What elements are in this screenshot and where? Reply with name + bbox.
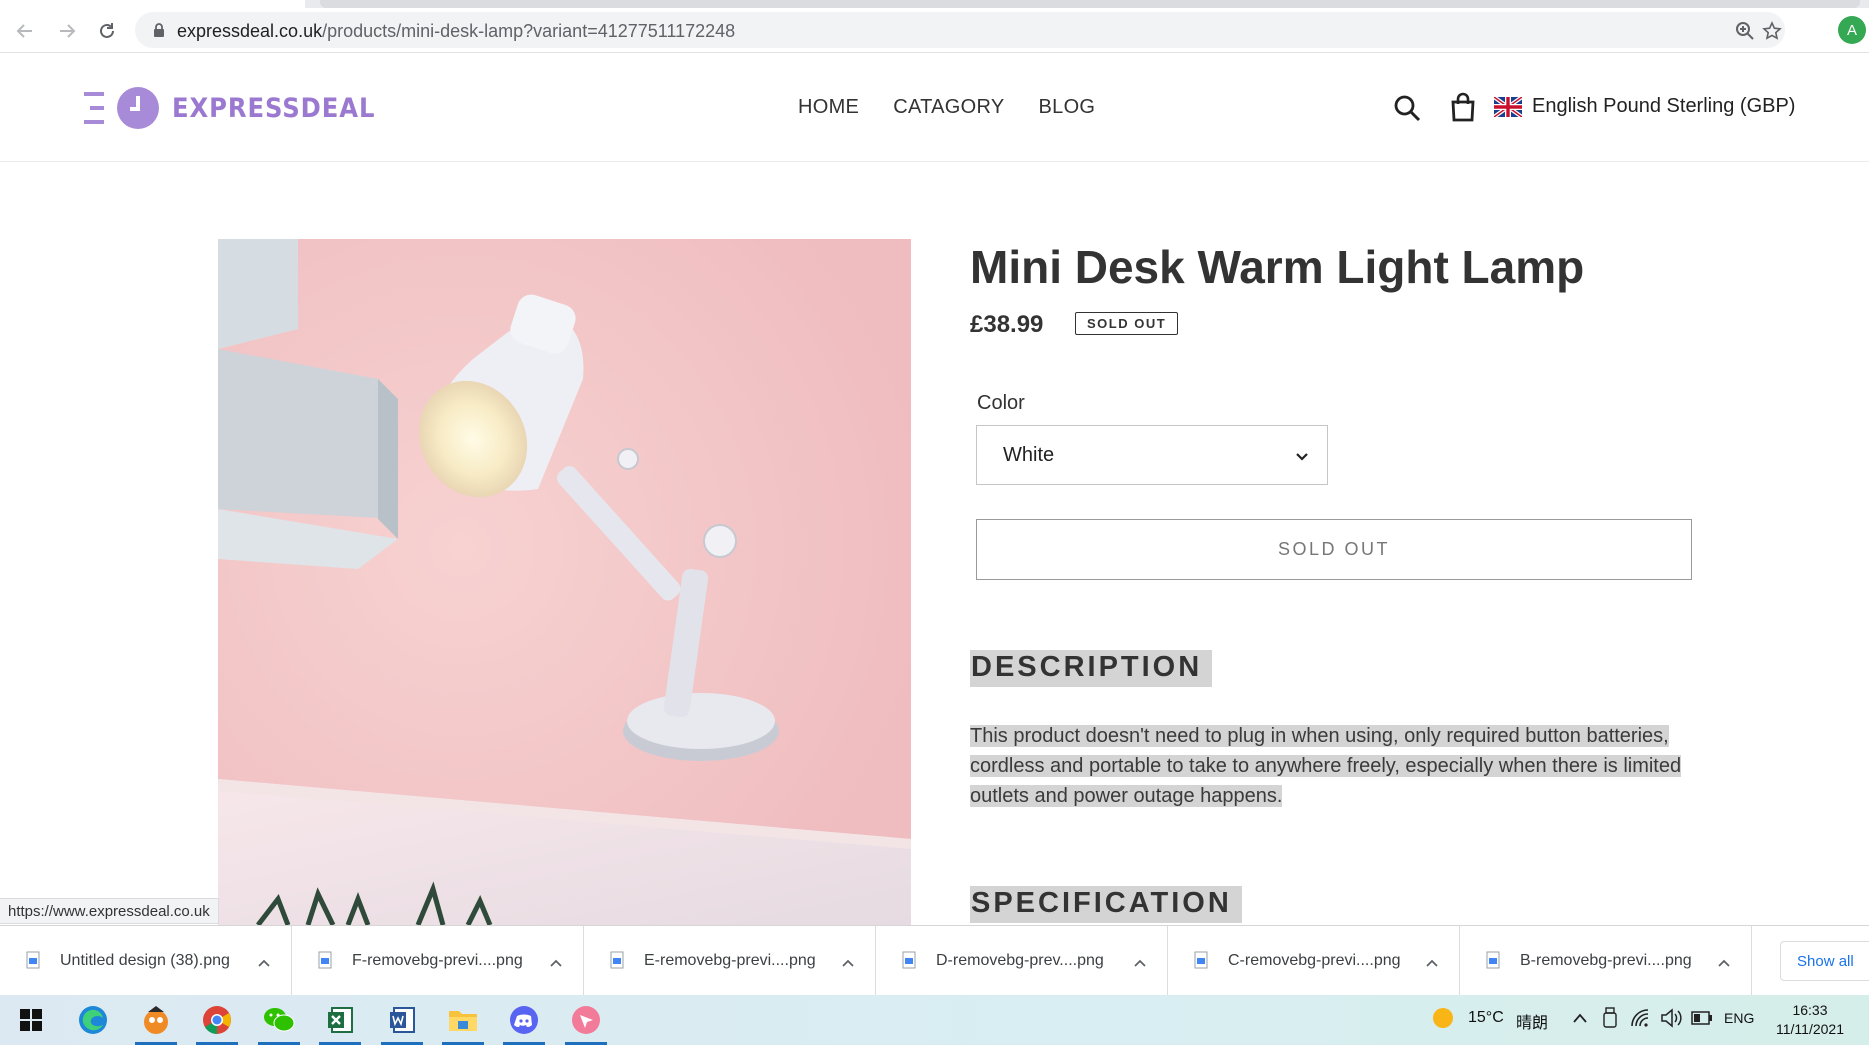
- windows-start-icon[interactable]: [6, 995, 56, 1045]
- file-explorer-icon[interactable]: [438, 995, 488, 1045]
- zoom-icon[interactable]: [1733, 19, 1757, 43]
- color-label: Color: [977, 392, 1025, 414]
- main-nav: HOME CATAGORY BLOG: [798, 96, 1095, 119]
- downloads-bar: Untitled design (38).png F-removebg-prev…: [0, 925, 1869, 996]
- logo-text: EXPRESSDEAL: [172, 92, 376, 124]
- file-icon: [610, 951, 624, 974]
- excel-icon[interactable]: [315, 995, 365, 1045]
- volume-icon[interactable]: [1660, 1008, 1684, 1033]
- active-tab[interactable]: [0, 0, 305, 8]
- system-clock[interactable]: 16:33 11/11/2021: [1758, 1001, 1862, 1039]
- game-app-icon[interactable]: [131, 995, 181, 1045]
- file-icon: [318, 951, 332, 974]
- product-image[interactable]: [218, 239, 911, 925]
- url-text: expressdeal.co.uk/products/mini-desk-lam…: [177, 21, 736, 41]
- download-item[interactable]: C-removebg-previ....png: [1168, 926, 1460, 996]
- show-all-button[interactable]: Show all: [1780, 941, 1869, 981]
- clock-date: 11/11/2021: [1776, 1021, 1844, 1037]
- weather-sun-icon[interactable]: [1432, 1007, 1454, 1034]
- feedback-app-icon[interactable]: [561, 995, 611, 1045]
- specification-heading: SPECIFICATION: [970, 886, 1242, 923]
- chevron-up-icon[interactable]: [842, 954, 854, 972]
- edge-browser-icon[interactable]: [68, 995, 118, 1045]
- usb-device-icon[interactable]: [1603, 1007, 1617, 1034]
- color-select[interactable]: White: [976, 425, 1328, 485]
- nav-home[interactable]: HOME: [798, 96, 859, 119]
- description-heading: DESCRIPTION: [970, 650, 1213, 687]
- sold-out-badge: SOLD OUT: [1075, 312, 1179, 335]
- file-icon: [1486, 951, 1500, 974]
- sold-out-button[interactable]: SOLD OUT: [976, 519, 1692, 580]
- inactive-tab[interactable]: [320, 0, 1860, 8]
- chevron-up-icon[interactable]: [1572, 1011, 1588, 1029]
- lock-icon[interactable]: [153, 23, 165, 43]
- uk-flag-icon: [1494, 96, 1522, 117]
- wifi-icon[interactable]: [1630, 1008, 1652, 1033]
- color-select-value: White: [1003, 444, 1055, 466]
- battery-icon[interactable]: [1691, 1011, 1713, 1030]
- address-bar[interactable]: expressdeal.co.uk/products/mini-desk-lam…: [135, 12, 1785, 48]
- word-icon[interactable]: [377, 995, 427, 1045]
- file-icon: [902, 951, 916, 974]
- download-item[interactable]: D-removebg-prev....png: [876, 926, 1168, 996]
- product-title: Mini Desk Warm Light Lamp: [970, 241, 1585, 293]
- status-bar-url: https://www.expressdeal.co.uk: [0, 898, 219, 924]
- download-item[interactable]: B-removebg-previ....png: [1460, 926, 1752, 996]
- wechat-icon[interactable]: [254, 995, 304, 1045]
- site-header: EXPRESSDEAL HOME CATAGORY BLOG English P…: [0, 54, 1869, 162]
- download-item[interactable]: E-removebg-previ....png: [584, 926, 876, 996]
- chevron-up-icon[interactable]: [258, 954, 270, 972]
- chevron-up-icon[interactable]: [550, 954, 562, 972]
- download-item[interactable]: F-removebg-previ....png: [292, 926, 584, 996]
- chevron-up-icon[interactable]: [1426, 954, 1438, 972]
- currency-selector[interactable]: English Pound Sterling (GBP): [1494, 95, 1795, 118]
- weather-desc[interactable]: 晴朗: [1516, 1009, 1548, 1033]
- chrome-icon[interactable]: [192, 995, 242, 1045]
- tab-strip: [0, 0, 1869, 8]
- input-language[interactable]: ENG: [1724, 1010, 1754, 1026]
- cart-icon[interactable]: [1449, 92, 1477, 127]
- nav-catagory[interactable]: CATAGORY: [893, 96, 1004, 119]
- browser-toolbar: expressdeal.co.uk/products/mini-desk-lam…: [0, 8, 1869, 53]
- nav-blog[interactable]: BLOG: [1039, 96, 1096, 119]
- bookmark-star-icon[interactable]: [1760, 19, 1784, 43]
- file-icon: [1194, 951, 1208, 974]
- chevron-up-icon[interactable]: [1718, 954, 1730, 972]
- weather-temp[interactable]: 15°C: [1468, 1009, 1504, 1027]
- description-text: This product doesn't need to plug in whe…: [970, 725, 1682, 807]
- chevron-down-icon: [1295, 449, 1309, 467]
- site-logo[interactable]: EXPRESSDEAL: [82, 84, 398, 132]
- reload-icon[interactable]: [92, 16, 122, 46]
- product-price: £38.99: [970, 311, 1044, 338]
- logo-clock-icon: [84, 87, 159, 129]
- currency-label: English Pound Sterling (GBP): [1532, 95, 1796, 117]
- file-icon: [26, 951, 40, 974]
- taskbar: 15°C 晴朗 ENG 16:33 11/11/2021: [0, 995, 1869, 1045]
- download-item[interactable]: Untitled design (38).png: [0, 926, 292, 996]
- forward-icon[interactable]: [52, 16, 82, 46]
- search-icon[interactable]: [1393, 94, 1421, 127]
- chevron-up-icon[interactable]: [1134, 954, 1146, 972]
- back-icon[interactable]: [10, 16, 40, 46]
- discord-icon[interactable]: [499, 995, 549, 1045]
- clock-time: 16:33: [1792, 1002, 1828, 1018]
- profile-avatar[interactable]: A: [1838, 16, 1866, 44]
